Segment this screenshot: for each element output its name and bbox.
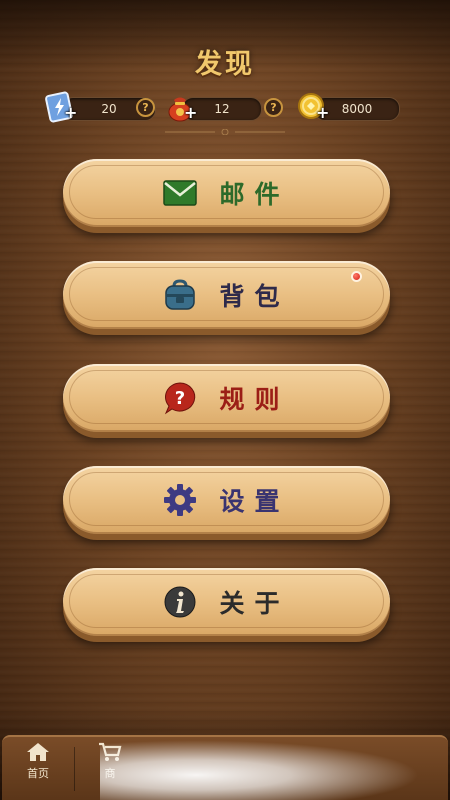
settings-button[interactable]: 设置	[63, 466, 390, 534]
coins-plus-icon[interactable]: +	[316, 103, 329, 122]
about-button[interactable]: 关于	[63, 568, 390, 636]
screen-glare	[100, 740, 420, 800]
bag-help-icon[interactable]: ?	[264, 98, 283, 117]
question-bubble-icon: ?	[163, 381, 197, 415]
coins-resource: 8000 +	[296, 93, 400, 122]
tab-separator	[74, 747, 75, 791]
envelope-icon	[163, 176, 198, 210]
info-icon	[163, 585, 197, 619]
home-icon	[27, 743, 49, 761]
rules-label: 规则	[219, 385, 290, 414]
header-divider	[165, 129, 285, 135]
backpack-button[interactable]: 背包	[63, 261, 390, 329]
gear-icon	[163, 483, 197, 517]
settings-label: 设置	[219, 487, 290, 516]
tab-home[interactable]: 首页	[4, 741, 72, 797]
energy-help-icon[interactable]: ?	[136, 98, 155, 117]
rules-button[interactable]: ? 规则	[63, 364, 390, 432]
about-label: 关于	[219, 589, 290, 618]
backpack-label: 背包	[219, 282, 290, 311]
svg-text:?: ?	[175, 388, 185, 409]
tab-home-label: 首页	[27, 767, 49, 780]
mail-label: 邮件	[219, 180, 290, 209]
energy-plus-icon[interactable]: +	[64, 103, 77, 122]
backpack-icon	[163, 278, 197, 312]
notification-badge	[351, 271, 362, 282]
bag-plus-icon[interactable]: +	[184, 103, 197, 122]
page-title: 发现	[195, 49, 255, 80]
mail-button[interactable]: 邮件	[63, 159, 390, 227]
bag-resource: 12 +	[164, 95, 264, 122]
discover-screen: 发现 20 + ? 12 + ? 8000 + 邮件 背包 ? 规则 设置 关于…	[0, 0, 450, 800]
